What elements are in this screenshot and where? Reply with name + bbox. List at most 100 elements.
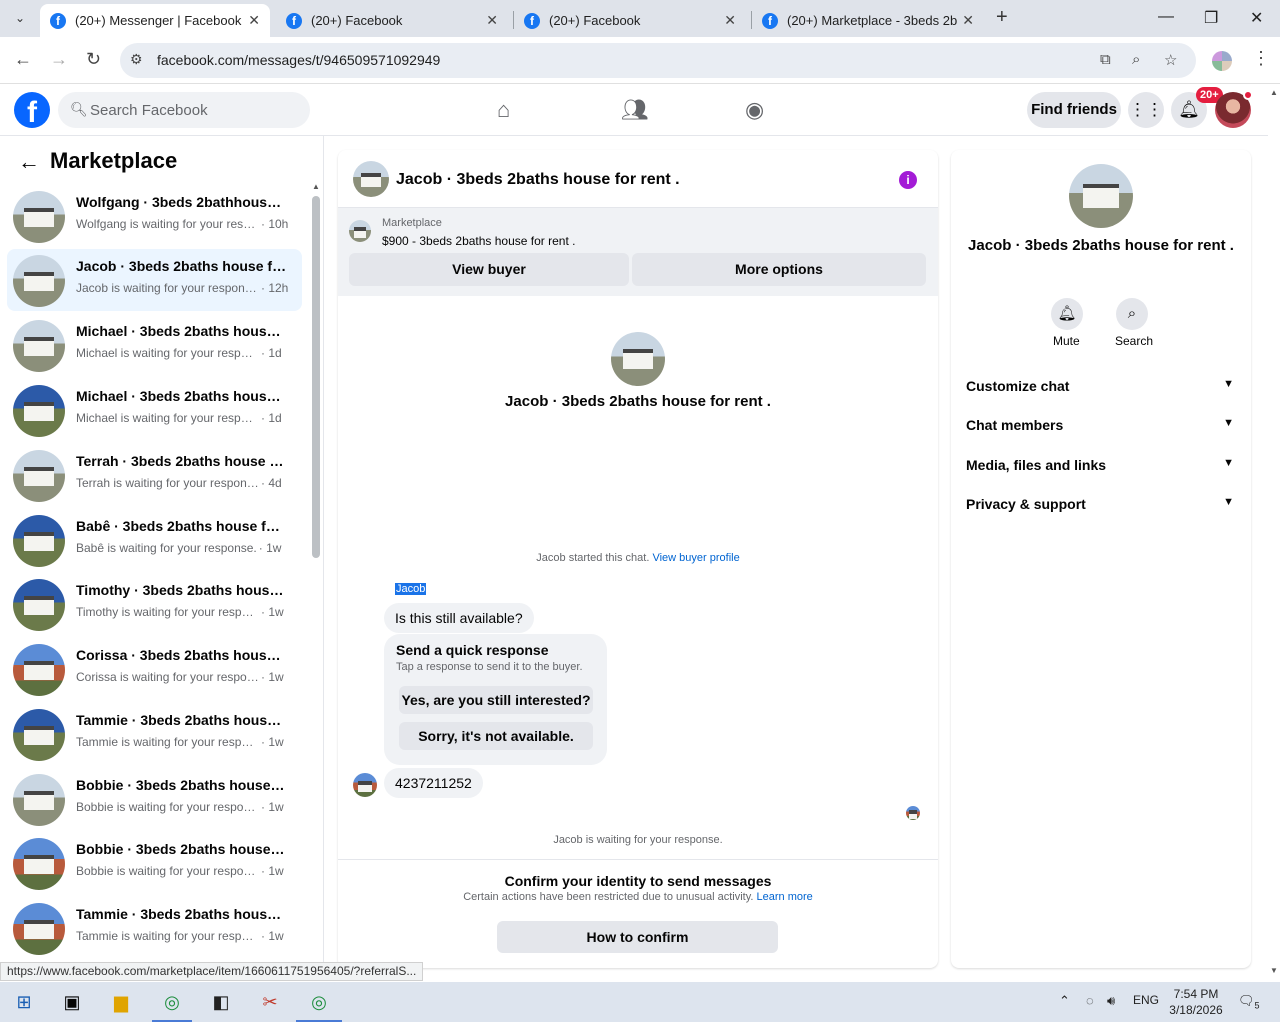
chrome-profile-avatar[interactable] [1212,51,1232,71]
conversation-item[interactable]: Michael · 3beds 2baths house for rent . M… [7,314,302,376]
find-friends-button[interactable]: Find friends [1027,92,1121,128]
learn-more-link[interactable]: Learn more [757,891,813,903]
conversation-item[interactable]: Michael · 3beds 2baths house for rent . M… [7,379,302,441]
info-avatar[interactable] [1069,164,1133,228]
site-settings-icon[interactable]: ⚙ [130,51,143,68]
preview-time: · 1w [261,800,284,814]
facebook-search-input[interactable] [90,92,300,128]
chrome-icon[interactable]: ◎ [307,990,331,1014]
menu-grid-icon[interactable]: ⋮⋮ [1128,92,1164,128]
volume-icon[interactable]: 🔊︎ [1107,993,1115,1009]
conversation-item[interactable]: Tammie · 3beds 2baths house for rent . Ta… [7,897,302,959]
quick-response-yes-button[interactable]: Yes, are you still interested? [399,686,593,714]
conversation-preview: Tammie is waiting for your respon... · 1w [76,929,291,943]
view-buyer-button[interactable]: View buyer [349,253,629,286]
list-scrollbar[interactable]: ▲ [312,182,320,954]
task-view-icon[interactable]: ▣ [60,990,84,1014]
address-bar[interactable]: ⚙ facebook.com/messages/t/94650957109294… [120,43,1196,78]
conversation-thumbnail [13,515,65,567]
marketplace-listing-bar: Marketplace $900 - 3beds 2baths house fo… [338,208,938,296]
view-buyer-profile-link[interactable]: View buyer profile [652,552,739,564]
conversation-item[interactable]: Terrah · 3beds 2baths house for rent . Te… [7,444,302,506]
conversation-item[interactable]: Babê · 3beds 2baths house for rent . Babê… [7,509,302,571]
conversation-name: Babê · 3beds 2baths house for rent . [76,518,288,534]
close-tab-icon[interactable]: ✕ [248,12,260,29]
more-options-button[interactable]: More options [632,253,926,286]
minimize-window-icon[interactable]: — [1158,8,1174,26]
browser-tab-facebook-1[interactable]: f (20+) Facebook ✕ [276,4,508,37]
chat-intro-avatar [611,332,665,386]
browser-tab-marketplace[interactable]: f (20+) Marketplace - 3beds 2bat ✕ [752,4,984,37]
install-app-icon[interactable]: ⧉ [1100,51,1111,68]
network-icon[interactable]: ◌ [1086,993,1094,1008]
chat-panel: Jacob · 3beds 2baths house for rent . i … [338,150,938,968]
scroll-up-arrow-icon[interactable]: ▲ [1270,88,1278,97]
listing-thumbnail[interactable] [349,220,371,242]
close-tab-icon[interactable]: ✕ [724,12,736,29]
file-explorer-icon[interactable]: ▆ [109,990,133,1014]
groups-icon[interactable]: ◉ [745,97,764,123]
info-icon[interactable]: i [899,171,917,189]
chat-members-section[interactable]: Chat members ▼ [966,417,1236,433]
snipping-tool-icon[interactable]: ✂ [258,990,282,1014]
tab-search-chevron-icon[interactable]: ⌄ [8,7,32,29]
browser-tab-messenger[interactable]: f (20+) Messenger | Facebook ✕ [40,4,270,37]
windows-start-icon[interactable]: ⊞ [12,990,36,1014]
facebook-search[interactable]: 🔍︎ [58,92,310,128]
conversation-preview: Tammie is waiting for your respon... · 1w [76,735,291,749]
back-arrow-icon[interactable]: ← [18,149,40,175]
home-icon[interactable]: ⌂ [497,97,510,123]
close-tab-icon[interactable]: ✕ [486,12,498,29]
info-name: Jacob · 3beds 2baths house for rent . [968,237,1234,254]
restore-window-icon[interactable]: ❐ [1204,8,1218,28]
url-text[interactable]: facebook.com/messages/t/946509571092949 [157,52,440,68]
search-icon[interactable]: ⌕ [1116,298,1148,330]
conversation-name: Michael · 3beds 2baths house for rent . [76,323,288,339]
chat-avatar[interactable] [353,161,389,197]
chat-title[interactable]: Jacob · 3beds 2baths house for rent . [396,171,680,189]
conversation-item[interactable]: Bobbie · 3beds 2baths house for rent . Bo… [7,768,302,830]
account-avatar[interactable] [1215,90,1253,128]
reload-icon[interactable]: ↻ [86,49,101,70]
conversation-item[interactable]: Bobbie · 3beds 2baths house for rent . Bo… [7,832,302,894]
conversation-preview: Timothy is waiting for your respon... · 1… [76,605,291,619]
back-arrow-icon[interactable]: ← [14,49,32,70]
mute-bell-icon[interactable]: 🔔︎ [1051,298,1083,330]
chat-intro-title: Jacob · 3beds 2baths house for rent . [505,393,771,410]
show-hidden-icons-chevron-icon[interactable]: ⌃ [1059,993,1070,1009]
customize-chat-section[interactable]: Customize chat ▼ [966,378,1236,394]
zoom-icon[interactable]: ⌕ [1132,51,1140,68]
close-tab-icon[interactable]: ✕ [962,12,974,29]
scroll-down-arrow-icon[interactable]: ▼ [1270,966,1278,975]
page-scrollbar[interactable]: ▲ ▼ [1268,84,1280,980]
quick-response-sorry-button[interactable]: Sorry, it's not available. [399,722,593,750]
scrollbar-thumb[interactable] [312,196,320,558]
conversation-name: Tammie · 3beds 2baths house for rent . [76,712,288,728]
how-to-confirm-button[interactable]: How to confirm [497,921,778,953]
pane-title: Marketplace [50,148,178,173]
new-tab-plus-icon[interactable]: + [996,6,1008,29]
language-indicator[interactable]: ENG [1133,993,1159,1007]
conversation-preview: Bobbie is waiting for your response. · 1w [76,864,291,878]
conversation-item[interactable]: Corissa · 3beds 2baths house for rent . C… [7,638,302,700]
bookmark-star-icon[interactable]: ☆ [1164,51,1177,69]
taskbar-clock[interactable]: 7:54 PM 3/18/2026 [1166,986,1226,1018]
conversation-item[interactable]: Jacob · 3beds 2baths house for rent . Jac… [7,249,302,311]
preview-text: Wolfgang is waiting for your resp... [76,217,259,231]
close-window-icon[interactable]: ✕ [1250,8,1263,28]
privacy-support-section[interactable]: Privacy & support ▼ [966,496,1236,512]
browser-tab-facebook-2[interactable]: f (20+) Facebook ✕ [514,4,746,37]
friends-icon[interactable]: 👥︎ [621,97,649,123]
listing-title[interactable]: $900 - 3beds 2baths house for rent . [382,234,575,248]
conversation-item[interactable]: Timothy · 3beds 2baths house for rent . T… [7,573,302,635]
forward-arrow-icon[interactable]: → [50,49,68,70]
chrome-icon[interactable]: ◎ [160,990,184,1014]
conversation-item[interactable]: Tammie · 3beds 2baths house for rent . Ta… [7,703,302,765]
media-files-links-section[interactable]: Media, files and links ▼ [966,457,1236,473]
scroll-up-arrow-icon[interactable]: ▲ [312,182,320,191]
chrome-menu-icon[interactable]: ⋮ [1252,48,1270,69]
sticky-notes-icon[interactable]: ◧ [209,990,233,1014]
facebook-logo-icon[interactable]: f [14,92,50,128]
action-center-icon[interactable]: 🗨︎5 [1238,993,1260,1011]
conversation-item[interactable]: Wolfgang · 3beds 2bathhouse for rent . Wo… [7,185,302,247]
